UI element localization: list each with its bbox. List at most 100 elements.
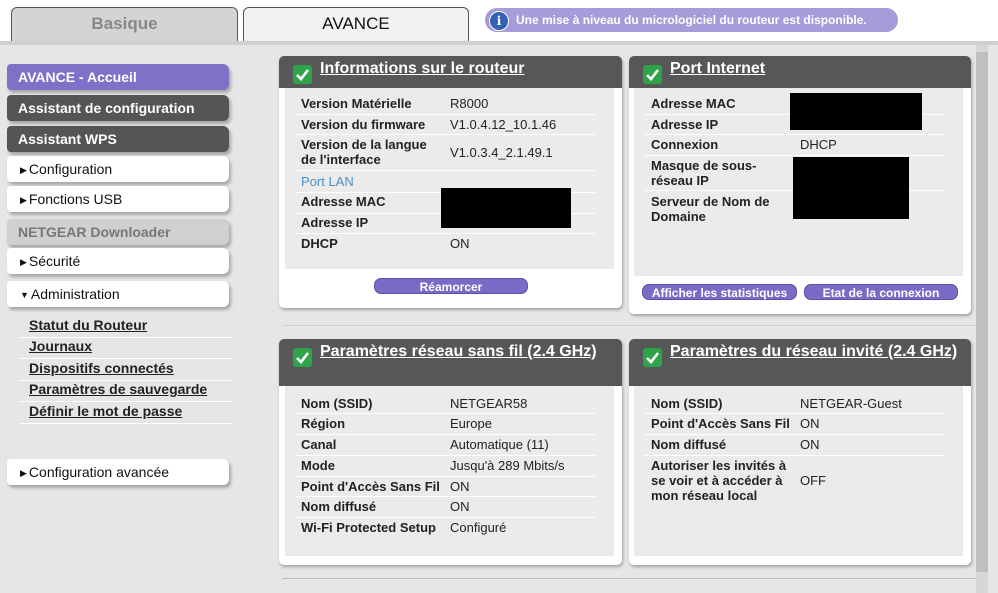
row-value: ON: [450, 479, 470, 494]
firmware-notice[interactable]: i Une mise à niveau du micrologiciel du …: [485, 8, 898, 32]
divider: [20, 423, 232, 424]
divider: [295, 496, 595, 497]
port-lan-label: Port LAN: [301, 174, 354, 189]
row-label: Adresse IP: [651, 117, 719, 132]
row-label: Version du firmware: [301, 117, 426, 132]
row-value: OFF: [800, 473, 826, 488]
divider: [295, 134, 595, 135]
sidebar: AVANCE - Accueil Assistant de configurat…: [0, 45, 240, 593]
divider: [645, 455, 945, 456]
redacted-block: [790, 93, 922, 130]
triangle-right-icon: ▶: [20, 195, 27, 205]
check-icon: [293, 65, 312, 84]
row-label: Serveur de Nom de Domaine: [651, 194, 770, 224]
sidebar-item-wps-wizard[interactable]: Assistant WPS: [7, 126, 229, 152]
row-label: Mode: [301, 458, 335, 473]
row-label: Canal: [301, 437, 337, 452]
reboot-button[interactable]: Réamorcer: [374, 278, 528, 294]
divider: [282, 325, 976, 326]
divider: [295, 434, 595, 435]
row-label: Adresse MAC: [301, 194, 386, 209]
panel-title[interactable]: Port Internet: [670, 60, 765, 78]
sidebar-item-label: Configuration: [28, 161, 113, 177]
row-label: Point d'Accès Sans Fil: [301, 479, 440, 494]
row-value: Automatique (11): [450, 437, 549, 452]
sidebar-item-usb[interactable]: ▶ Fonctions USB: [7, 186, 229, 212]
divider: [282, 578, 976, 579]
row-value: Configuré: [450, 520, 507, 535]
panel-title[interactable]: Informations sur le routeur: [320, 60, 524, 78]
row-label: Wi-Fi Protected Setup: [301, 520, 436, 535]
row-label: Nom (SSID): [651, 396, 723, 411]
admin-link-router-status[interactable]: Statut du Routeur: [29, 317, 147, 333]
router-info-panel: Informations sur le routeur Version Maté…: [279, 56, 622, 308]
row-label: Version Matérielle: [301, 96, 412, 111]
check-icon: [643, 65, 662, 84]
row-label: Masque de sous-réseau IP: [651, 158, 757, 188]
row-value: DHCP: [800, 137, 837, 152]
divider: [295, 413, 595, 414]
scrollbar-thumb[interactable]: [976, 52, 988, 572]
triangle-right-icon: ▶: [20, 257, 27, 267]
tab-basic[interactable]: Basique: [11, 7, 238, 41]
row-value: NETGEAR-Guest: [800, 396, 902, 411]
divider: [295, 170, 595, 171]
redacted-block: [441, 188, 571, 228]
sidebar-item-administration[interactable]: ▼ Administration: [7, 281, 229, 307]
guest-network-panel: Paramètres du réseau invité (2.4 GHz) No…: [629, 339, 971, 565]
row-label: Adresse MAC: [651, 96, 736, 111]
panel-title[interactable]: Paramètres réseau sans fil (2.4 GHz): [320, 343, 597, 361]
row-label: Région: [301, 416, 346, 431]
sidebar-item-configuration[interactable]: ▶ Configuration: [7, 156, 229, 182]
row-value: V1.0.4.12_10.1.46: [450, 117, 557, 132]
row-label: Connexion: [651, 137, 719, 152]
connection-status-button[interactable]: Etat de la connexion: [804, 284, 958, 300]
info-icon: i: [489, 11, 509, 31]
triangle-down-icon: ▼: [20, 290, 29, 300]
admin-link-logs[interactable]: Journaux: [29, 338, 92, 354]
row-label: Version de la langue de l'interface: [301, 137, 427, 167]
row-value: ON: [450, 236, 470, 251]
sidebar-item-downloader[interactable]: NETGEAR Downloader: [7, 219, 229, 245]
check-icon: [293, 348, 312, 367]
row-value: ON: [800, 437, 820, 452]
sidebar-item-advanced-home[interactable]: AVANCE - Accueil: [7, 64, 229, 90]
row-label: Adresse IP: [301, 215, 369, 230]
divider: [20, 358, 232, 359]
firmware-notice-text: Une mise à niveau du micrologiciel du ro…: [516, 13, 867, 27]
divider: [295, 455, 595, 456]
row-label: Point d'Accès Sans Fil: [651, 416, 790, 431]
triangle-right-icon: ▶: [20, 468, 27, 478]
sidebar-item-advanced-setup[interactable]: ▶ Configuration avancée: [7, 459, 229, 485]
row-value: R8000: [450, 96, 489, 111]
show-statistics-button[interactable]: Afficher les statistiques: [642, 284, 797, 300]
internet-port-panel: Port Internet Adresse MAC Adresse IP Con…: [629, 56, 971, 314]
sidebar-item-label: Administration: [30, 286, 120, 302]
row-label: Nom diffusé: [301, 499, 377, 514]
divider: [20, 401, 232, 402]
sidebar-item-label: Fonctions USB: [28, 191, 123, 207]
divider: [295, 114, 595, 115]
divider: [645, 413, 945, 414]
divider: [295, 233, 595, 234]
sidebar-item-label: Sécurité: [28, 253, 81, 269]
row-value: ON: [450, 499, 470, 514]
row-label: Nom diffusé: [651, 437, 727, 452]
sidebar-item-setup-wizard[interactable]: Assistant de configuration: [7, 95, 229, 121]
sidebar-item-label: Configuration avancée: [28, 464, 170, 480]
wireless-panel: Paramètres réseau sans fil (2.4 GHz) Nom…: [279, 339, 622, 565]
row-label: DHCP: [301, 236, 338, 251]
row-value: Europe: [450, 416, 492, 431]
admin-link-backup-settings[interactable]: Paramètres de sauvegarde: [29, 381, 207, 397]
sidebar-item-security[interactable]: ▶ Sécurité: [7, 248, 229, 274]
divider: [645, 134, 945, 135]
divider: [295, 476, 595, 477]
admin-link-attached-devices[interactable]: Dispositifs connectés: [29, 360, 174, 376]
check-icon: [643, 348, 662, 367]
panel-title[interactable]: Paramètres du réseau invité (2.4 GHz): [670, 343, 957, 361]
divider: [645, 434, 945, 435]
tab-advanced[interactable]: AVANCE: [243, 7, 469, 41]
row-value: V1.0.3.4_2.1.49.1: [450, 145, 553, 160]
row-value: NETGEAR58: [450, 396, 528, 411]
admin-link-set-password[interactable]: Définir le mot de passe: [29, 403, 182, 419]
